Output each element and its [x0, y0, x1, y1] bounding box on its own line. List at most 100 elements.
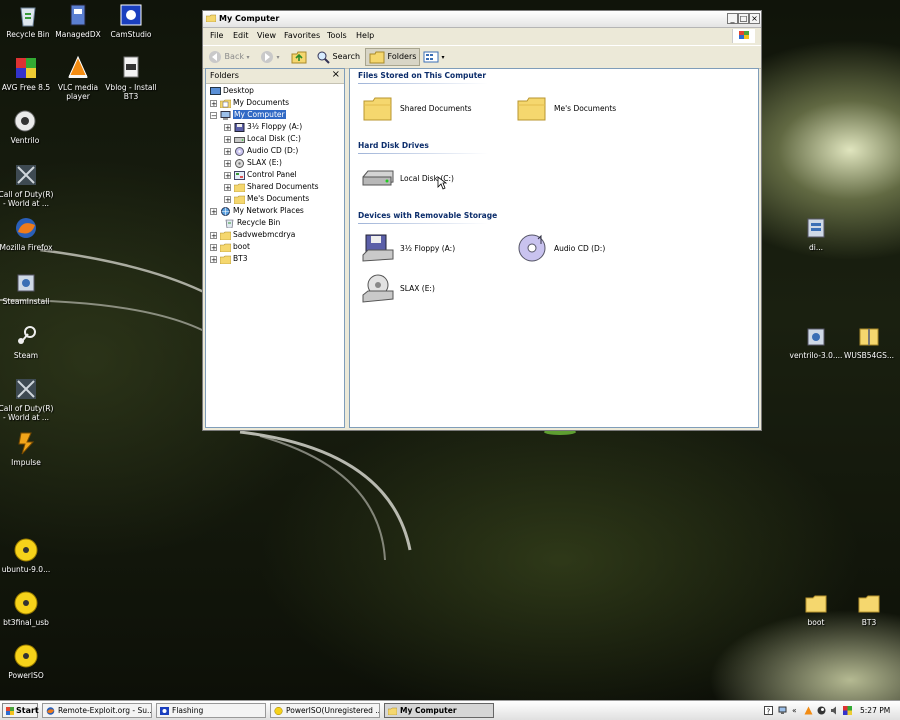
item-slax[interactable]: SLAX (E:): [362, 273, 482, 305]
folders-pane-title: Folders: [210, 71, 239, 80]
tree-item-audio-cd[interactable]: + Audio CD (D:): [224, 145, 298, 157]
forward-button[interactable]: ▾: [260, 49, 280, 65]
tree-item-recycle-bin[interactable]: Recycle Bin: [224, 217, 280, 229]
avg-icon[interactable]: [843, 706, 852, 715]
views-button[interactable]: ▾: [423, 49, 445, 65]
zip-folder-icon: [859, 328, 879, 346]
desktop-icon-avg[interactable]: AVG Free 8.5: [0, 55, 54, 92]
folder-icon: [220, 243, 231, 252]
item-mes-documents[interactable]: Me's Documents: [516, 93, 636, 125]
ventrilo-icon: [14, 110, 36, 132]
explorer-window: My Computer _ □ × File Edit View Favorit…: [202, 10, 762, 431]
item-local-disk[interactable]: Local Disk (C:): [362, 163, 482, 195]
firefox-icon: [16, 218, 36, 238]
desktop-icon-ubuntu-iso[interactable]: ubuntu-9.0...: [0, 537, 54, 574]
expand-toggle[interactable]: +: [224, 183, 231, 191]
expand-toggle[interactable]: +: [210, 255, 217, 263]
volume-icon[interactable]: [830, 706, 839, 715]
taskbar-item-poweriso[interactable]: PowerISO(Unregistered ...: [270, 703, 380, 718]
desktop-icon-firefox[interactable]: Mozilla Firefox: [0, 215, 54, 252]
taskbar-item-flashing[interactable]: Flashing: [156, 703, 266, 718]
tree-item-control-panel[interactable]: + Control Panel: [224, 169, 297, 181]
tree-item-bt3[interactable]: + BT3: [210, 253, 248, 265]
desktop-icon-call-of-duty-2[interactable]: Call of Duty(R) - World at ...: [0, 376, 54, 422]
expand-toggle[interactable]: +: [224, 195, 231, 203]
tree-item-desktop[interactable]: Desktop: [210, 85, 254, 97]
expand-toggle[interactable]: +: [210, 243, 217, 251]
desktop-icon-bt3final-usb[interactable]: bt3final_usb: [0, 590, 54, 627]
expand-toggle[interactable]: +: [224, 159, 231, 167]
item-shared-documents[interactable]: Shared Documents: [362, 93, 482, 125]
tree-item-my-computer[interactable]: − My Computer: [210, 109, 286, 121]
search-button[interactable]: Search: [316, 49, 360, 65]
tree-item-floppy[interactable]: +3½ Floppy (A:): [224, 121, 302, 133]
help-icon[interactable]: ?: [764, 706, 773, 715]
up-folder-button[interactable]: [291, 49, 307, 65]
item-audio-cd[interactable]: Audio CD (D:): [516, 233, 636, 265]
desktop-icon-vlc[interactable]: VLC media player: [50, 55, 106, 101]
desktop-icon-call-of-duty-1[interactable]: Call of Duty(R) - World at ...: [0, 162, 54, 208]
installer-icon: [807, 218, 825, 238]
desktop-icon-wusb54gs[interactable]: WUSB54GS...: [841, 323, 897, 360]
taskbar-item-remote-exploit[interactable]: Remote-Exploit.org - Su...: [42, 703, 152, 718]
folder-icon: [220, 231, 231, 240]
tree-item-mes-documents[interactable]: + Me's Documents: [224, 193, 309, 205]
desktop-icon-ventrilo[interactable]: Ventrilo: [0, 108, 53, 145]
desktop-icon-camstudio[interactable]: CamStudio: [103, 2, 159, 39]
installer-icon: [17, 274, 35, 292]
desktop-icon-recycle-bin[interactable]: Recycle Bin: [0, 2, 56, 39]
expand-toggle[interactable]: +: [210, 231, 217, 239]
tray-chevron-button[interactable]: «: [792, 703, 797, 718]
disc-image-icon: [14, 591, 38, 615]
expand-toggle[interactable]: +: [224, 135, 231, 143]
desktop-icon-di[interactable]: di...: [788, 215, 844, 252]
menu-view[interactable]: View: [257, 31, 276, 40]
expand-toggle[interactable]: +: [210, 207, 217, 215]
desktop-icon-bt3[interactable]: BT3: [841, 590, 897, 627]
menu-help[interactable]: Help: [356, 31, 374, 40]
taskbar-item-my-computer[interactable]: My Computer: [384, 703, 494, 718]
tree-item-sadvwebmcdrya[interactable]: + Sadvwebmcdrya: [210, 229, 295, 241]
desktop-icon-ventrilo-installer[interactable]: ventrilo-3.0....: [788, 323, 844, 360]
menu-favorites[interactable]: Favorites: [284, 31, 320, 40]
steam-icon[interactable]: [817, 706, 826, 715]
close-button[interactable]: ×: [749, 13, 760, 24]
expand-toggle[interactable]: +: [224, 123, 231, 131]
group-divider: [358, 83, 488, 84]
collapse-toggle[interactable]: −: [210, 111, 217, 119]
expand-toggle[interactable]: +: [210, 99, 217, 107]
desktop-icon-impulse[interactable]: Impulse: [0, 430, 54, 467]
title-bar[interactable]: My Computer _ □ ×: [203, 11, 761, 28]
desktop-icon-steam[interactable]: Steam: [0, 323, 54, 360]
control-panel-icon: [234, 170, 245, 180]
folders-pane-close-button[interactable]: ×: [332, 69, 340, 80]
minimize-button[interactable]: _: [727, 13, 738, 24]
item-floppy[interactable]: 3½ Floppy (A:): [362, 233, 482, 265]
group-divider: [358, 153, 488, 154]
menu-tools[interactable]: Tools: [327, 31, 347, 40]
removable-disk-icon: [362, 274, 394, 303]
desktop-icon-boot[interactable]: boot: [788, 590, 844, 627]
maximize-button[interactable]: □: [738, 13, 749, 24]
network-icon[interactable]: [778, 706, 787, 715]
tree-item-my-network-places[interactable]: + My Network Places: [210, 205, 304, 217]
tree-item-local-disk[interactable]: + Local Disk (C:): [224, 133, 301, 145]
clock[interactable]: 5:27 PM: [860, 703, 890, 718]
tree-item-slax[interactable]: + SLAX (E:): [224, 157, 282, 169]
menu-file[interactable]: File: [210, 31, 223, 40]
desktop-icon-poweriso[interactable]: PowerISO: [0, 643, 54, 680]
back-button[interactable]: Back ▾: [208, 49, 250, 65]
start-button[interactable]: Start: [2, 703, 39, 718]
desktop-icon-manageddx[interactable]: ManagedDX: [50, 2, 106, 39]
mouse-cursor-icon: [437, 176, 447, 190]
tree-item-my-documents[interactable]: + My Documents: [210, 97, 289, 109]
vlc-icon[interactable]: [804, 706, 813, 715]
tree-item-boot[interactable]: + boot: [210, 241, 250, 253]
expand-toggle[interactable]: +: [224, 147, 231, 155]
menu-edit[interactable]: Edit: [233, 31, 249, 40]
tree-item-shared-documents[interactable]: + Shared Documents: [224, 181, 319, 193]
desktop-icon-vblog[interactable]: Vblog - Install BT3: [103, 55, 159, 101]
folders-button[interactable]: Folders: [365, 48, 421, 66]
expand-toggle[interactable]: +: [224, 171, 231, 179]
desktop-icon-steaminstall[interactable]: SteamInstall: [0, 269, 54, 306]
